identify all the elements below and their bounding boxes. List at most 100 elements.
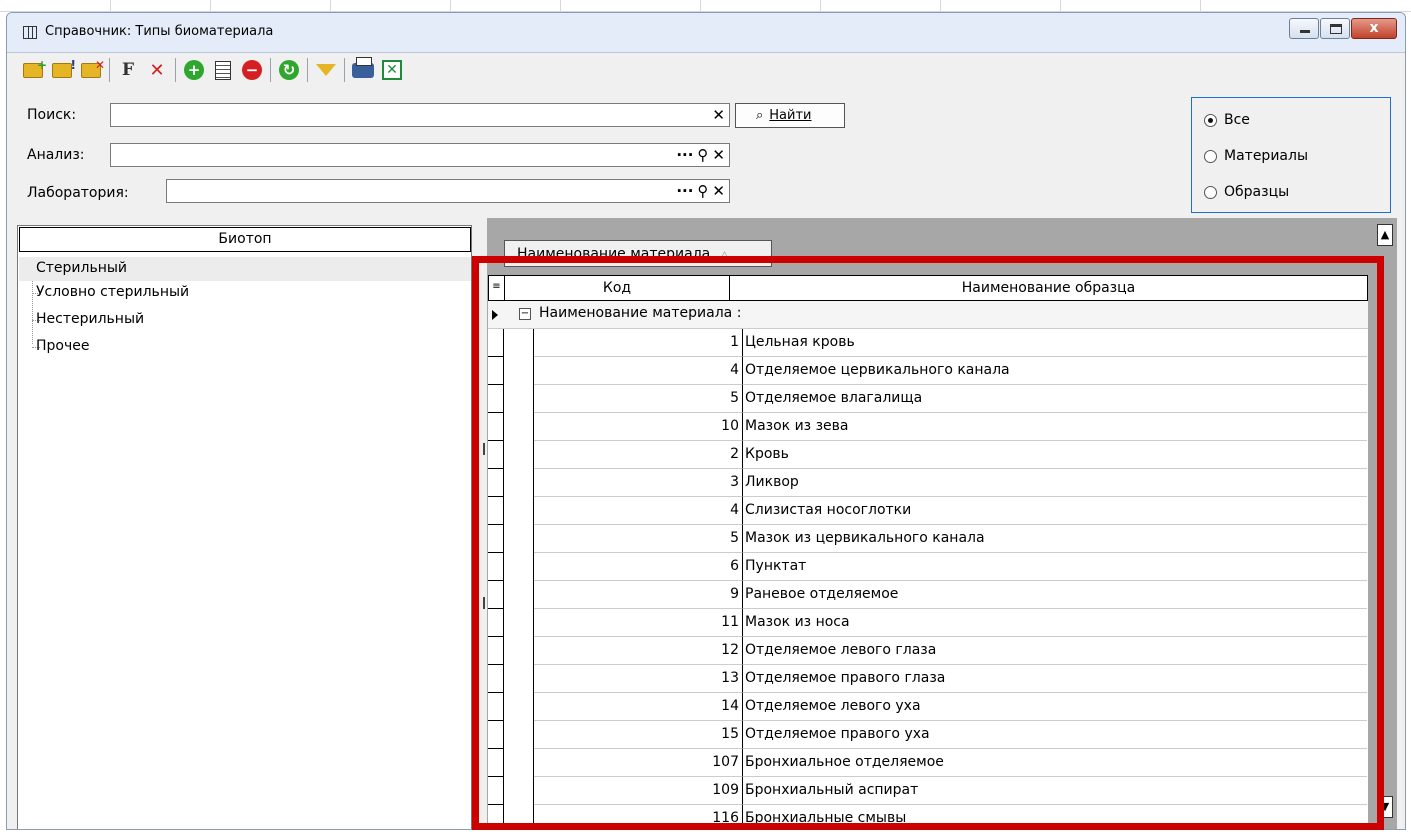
cell-name[interactable]: Цельная кровь [743,329,1367,357]
cell-name[interactable]: Отделяемое влагалища [743,385,1367,413]
table-row[interactable]: 12 Отделяемое левого глаза [488,637,1368,665]
cell-code[interactable]: 116 [534,805,743,829]
cell-name[interactable]: Мазок из цервикального канала [743,525,1367,553]
group-by-chip[interactable]: Наименование материала △ [504,240,772,267]
delete-record-button[interactable]: − [240,58,264,82]
radio-samples[interactable]: Образцы [1204,184,1289,200]
cell-name[interactable]: Отделяемое цервикального канала [743,357,1367,385]
table-row[interactable]: 6 Пунктат [488,553,1368,581]
add-filter-button[interactable]: F [116,58,140,82]
cell-code[interactable]: 9 [534,581,743,609]
row-indicator[interactable] [488,609,504,637]
scroll-down-button[interactable]: ▼ [1377,796,1393,818]
table-row[interactable]: 4 Отделяемое цервикального канала [488,357,1368,385]
cell-name[interactable]: Мазок из зева [743,413,1367,441]
delete-filter-button[interactable]: ✕ [145,58,169,82]
cell-code[interactable]: 5 [534,525,743,553]
cell-code[interactable]: 5 [534,385,743,413]
table-row[interactable]: 2 Кровь [488,441,1368,469]
cell-name[interactable]: Отделяемое левого уха [743,693,1367,721]
tree-item-sterile[interactable]: Стерильный [19,257,471,281]
delete-folder-button[interactable]: ✕ [79,58,105,82]
row-indicator[interactable] [488,441,504,469]
tree-item-conditionally-sterile[interactable]: Условно стерильный [36,284,189,300]
cell-code[interactable]: 14 [534,693,743,721]
cell-name[interactable]: Отделяемое левого глаза [743,637,1367,665]
minimize-button[interactable] [1289,18,1319,39]
filter-button[interactable] [314,58,338,82]
edit-record-button[interactable] [211,58,235,82]
biotope-header[interactable]: Биотоп [19,227,471,252]
group-row[interactable]: − Наименование материала : [488,301,1368,329]
column-header-name[interactable]: Наименование образца [730,276,1367,300]
cell-name[interactable]: Раневое отделяемое [743,581,1367,609]
row-indicator[interactable] [488,777,504,805]
analysis-clear-icon[interactable]: ✕ [712,145,725,165]
cell-code[interactable]: 10 [534,413,743,441]
find-button[interactable]: ⌕ Найти [735,103,845,128]
table-row[interactable]: 116 Бронхиальные смывы [488,805,1368,829]
row-indicator[interactable] [488,413,504,441]
row-indicator[interactable] [488,497,504,525]
table-row[interactable]: 5 Отделяемое влагалища [488,385,1368,413]
title-bar[interactable]: Справочник: Типы биоматериала x [7,13,1405,53]
row-indicator[interactable] [488,525,504,553]
cell-code[interactable]: 11 [534,609,743,637]
cell-name[interactable]: Кровь [743,441,1367,469]
search-input[interactable] [111,104,729,126]
tree-item-nonsterile[interactable]: Нестерильный [36,311,144,327]
search-field[interactable]: ✕ [110,103,730,127]
column-chooser-icon[interactable]: ≡ [489,276,505,300]
column-header-code[interactable]: Код [505,276,730,300]
row-indicator[interactable] [488,637,504,665]
table-row[interactable]: 1 Цельная кровь [488,329,1368,357]
add-folder-button[interactable]: + [21,58,47,82]
cell-code[interactable]: 2 [534,441,743,469]
lab-search-icon[interactable]: ⚲ [697,181,708,201]
cell-name[interactable]: Мазок из носа [743,609,1367,637]
table-row[interactable]: 10 Мазок из зева [488,413,1368,441]
cell-code[interactable]: 107 [534,749,743,777]
table-row[interactable]: 9 Раневое отделяемое [488,581,1368,609]
row-indicator[interactable] [488,469,504,497]
edit-folder-button[interactable]: ! [50,58,76,82]
row-indicator[interactable] [488,721,504,749]
cell-name[interactable]: Слизистая носоглотки [743,497,1367,525]
lab-browse-icon[interactable]: ··· [676,181,693,201]
export-excel-button[interactable]: ✕ [380,58,404,82]
print-button[interactable] [351,56,375,82]
row-indicator[interactable] [488,749,504,777]
cell-name[interactable]: Отделяемое правого уха [743,721,1367,749]
close-button[interactable]: x [1351,18,1397,39]
table-row[interactable]: 15 Отделяемое правого уха [488,721,1368,749]
radio-materials[interactable]: Материалы [1204,148,1308,164]
cell-code[interactable]: 12 [534,637,743,665]
cell-name[interactable]: Бронхиальные смывы [743,805,1367,829]
cell-name[interactable]: Пунктат [743,553,1367,581]
radio-all[interactable]: Все [1204,112,1250,128]
analysis-input[interactable] [111,144,729,166]
lab-input[interactable] [167,180,729,202]
row-indicator[interactable] [488,581,504,609]
cell-name[interactable]: Ликвор [743,469,1367,497]
row-indicator[interactable] [488,385,504,413]
clear-search-icon[interactable]: ✕ [712,105,725,125]
refresh-button[interactable]: ↻ [277,58,301,82]
table-row[interactable]: 107 Бронхиальное отделяемое [488,749,1368,777]
table-row[interactable]: 14 Отделяемое левого уха [488,693,1368,721]
add-record-button[interactable]: + [182,58,206,82]
analysis-search-icon[interactable]: ⚲ [697,145,708,165]
table-row[interactable]: 5 Мазок из цервикального канала [488,525,1368,553]
lab-field[interactable]: ··· ⚲ ✕ [166,179,730,203]
cell-name[interactable]: Отделяемое правого глаза [743,665,1367,693]
cell-code[interactable]: 1 [534,329,743,357]
analysis-browse-icon[interactable]: ··· [676,145,693,165]
table-row[interactable]: 11 Мазок из носа [488,609,1368,637]
row-indicator[interactable] [488,553,504,581]
table-row[interactable]: 4 Слизистая носоглотки [488,497,1368,525]
analysis-field[interactable]: ··· ⚲ ✕ [110,143,730,167]
scroll-up-button[interactable]: ▲ [1377,224,1393,246]
row-indicator[interactable] [488,805,504,829]
cell-code[interactable]: 6 [534,553,743,581]
cell-code[interactable]: 4 [534,357,743,385]
